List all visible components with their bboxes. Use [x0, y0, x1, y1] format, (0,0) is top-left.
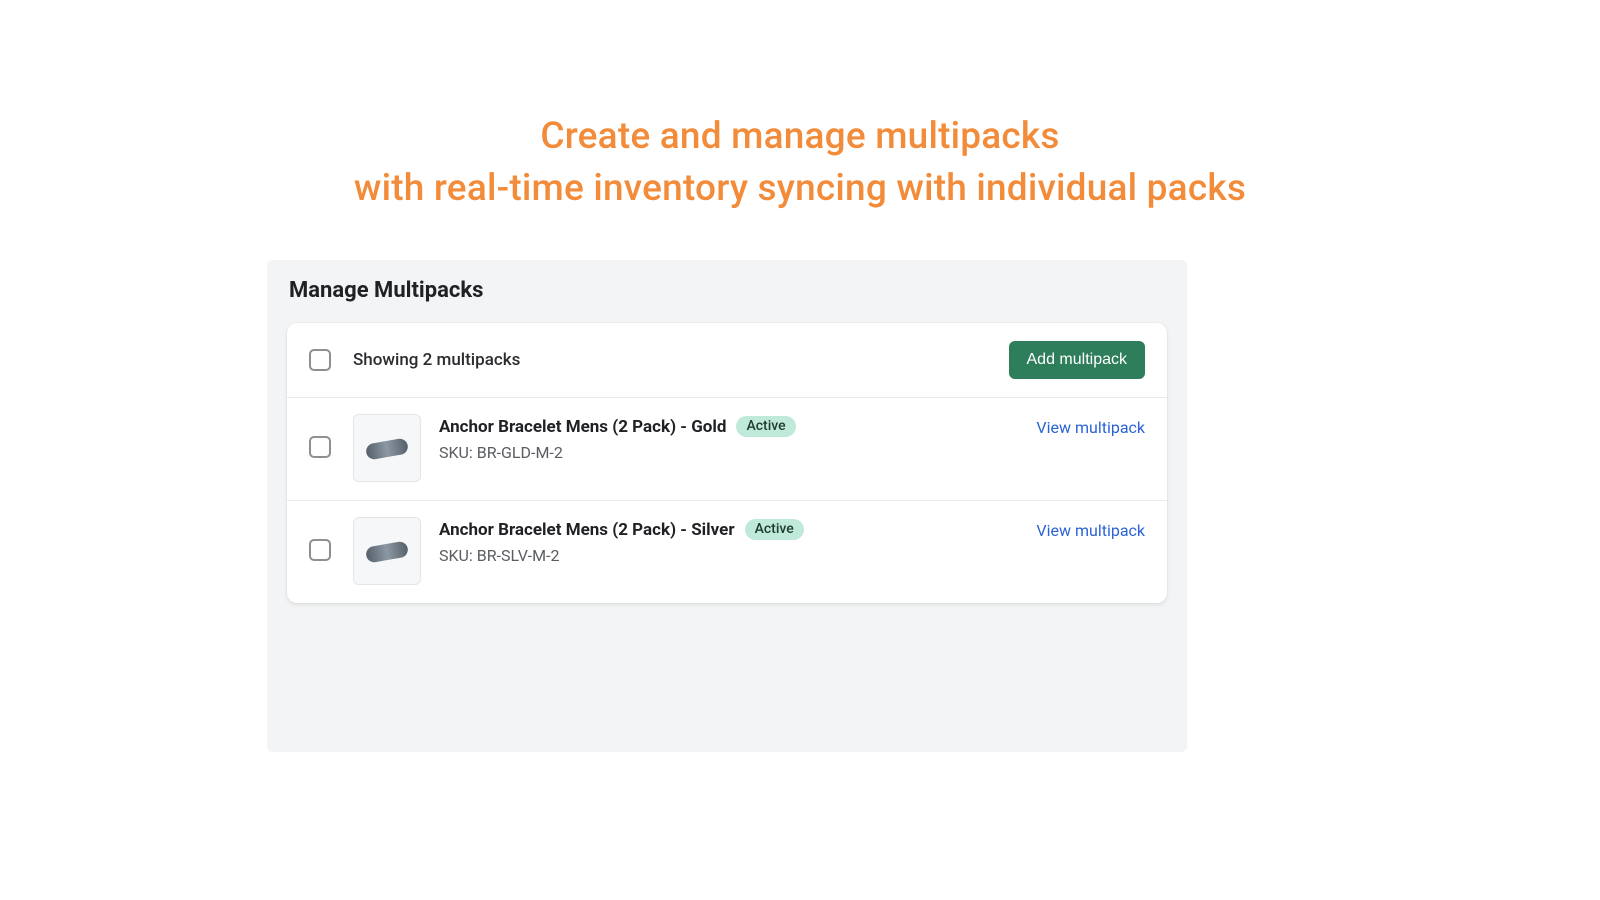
multipack-row: Anchor Bracelet Mens (2 Pack) - Silver A… [287, 501, 1167, 603]
hero-line-1: Create and manage multipacks [0, 112, 1600, 162]
status-badge: Active [745, 519, 804, 540]
row-main: Anchor Bracelet Mens (2 Pack) - Silver A… [439, 517, 1036, 565]
bracelet-icon [365, 540, 409, 563]
status-badge: Active [736, 416, 795, 437]
bracelet-icon [365, 437, 409, 460]
multipack-row: Anchor Bracelet Mens (2 Pack) - Gold Act… [287, 398, 1167, 501]
hero-line-2: with real-time inventory syncing with in… [0, 164, 1600, 214]
row-main: Anchor Bracelet Mens (2 Pack) - Gold Act… [439, 414, 1036, 462]
item-title: Anchor Bracelet Mens (2 Pack) - Gold [439, 417, 726, 437]
item-title: Anchor Bracelet Mens (2 Pack) - Silver [439, 520, 735, 540]
item-sku: SKU: BR-GLD-M-2 [439, 443, 1036, 462]
manage-multipacks-panel: Manage Multipacks Showing 2 multipacks A… [267, 260, 1187, 752]
multipacks-card: Showing 2 multipacks Add multipack Ancho… [287, 323, 1167, 603]
item-sku: SKU: BR-SLV-M-2 [439, 546, 1036, 565]
showing-count: Showing 2 multipacks [353, 350, 1009, 370]
view-multipack-link[interactable]: View multipack [1036, 517, 1145, 540]
select-all-checkbox[interactable] [309, 349, 331, 371]
row-checkbox[interactable] [309, 539, 331, 561]
product-thumbnail [353, 517, 421, 585]
add-multipack-button[interactable]: Add multipack [1009, 341, 1146, 379]
product-thumbnail [353, 414, 421, 482]
view-multipack-link[interactable]: View multipack [1036, 414, 1145, 437]
hero-heading: Create and manage multipacks with real-t… [0, 0, 1600, 214]
row-checkbox[interactable] [309, 436, 331, 458]
card-header: Showing 2 multipacks Add multipack [287, 323, 1167, 398]
panel-title: Manage Multipacks [289, 278, 1167, 303]
